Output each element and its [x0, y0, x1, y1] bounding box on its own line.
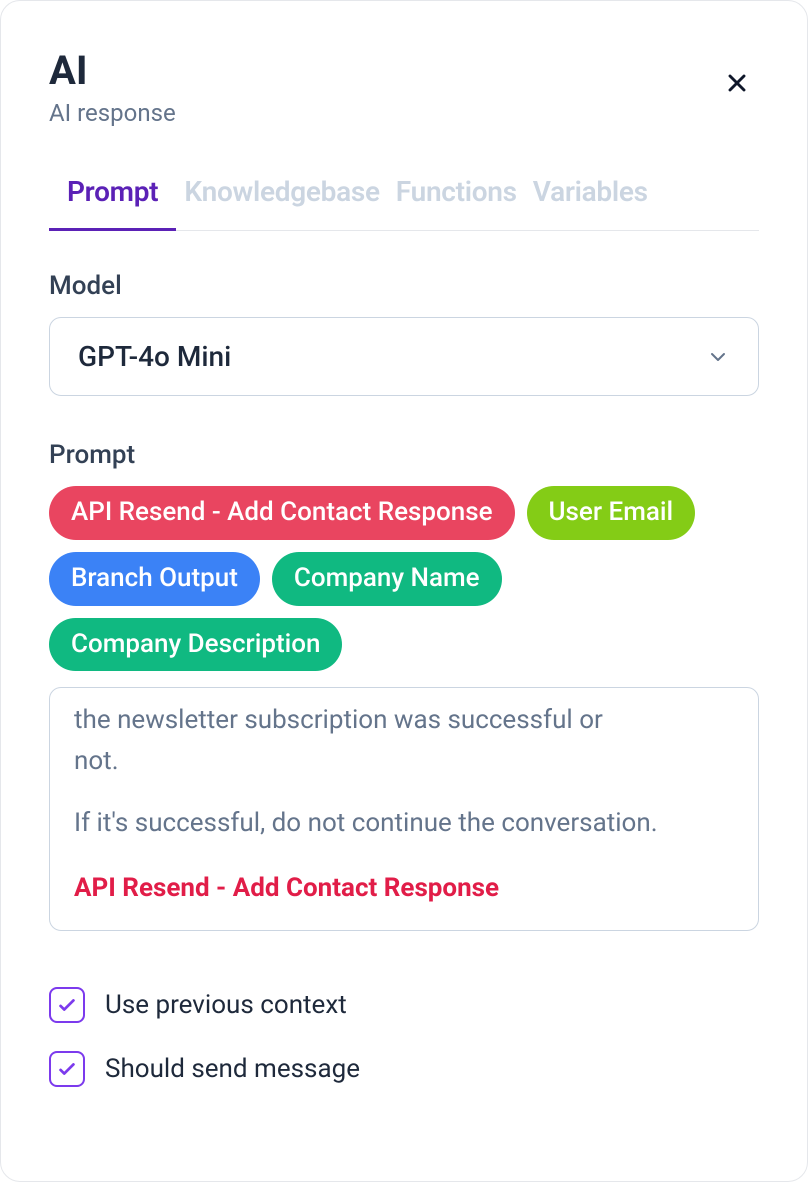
tab-variables[interactable]: Variables [525, 159, 656, 230]
prompt-label: Prompt [49, 440, 759, 470]
chip-api-resend[interactable]: API Resend - Add Contact Response [49, 486, 515, 540]
chevron-down-icon [706, 345, 730, 369]
header-text: AI AI response [49, 49, 176, 127]
model-label: Model [49, 271, 759, 301]
model-value: GPT-4o Mini [78, 340, 231, 373]
prompt-text-truncated: the newsletter subscription was successf… [74, 702, 734, 738]
close-icon [723, 69, 751, 97]
checkbox-should-send-message[interactable] [49, 1051, 85, 1087]
variable-chips: API Resend - Add Contact Response User E… [49, 486, 759, 671]
chip-user-email[interactable]: User Email [527, 486, 696, 540]
page-title: AI [49, 49, 176, 93]
tab-functions[interactable]: Functions [388, 159, 525, 230]
checkbox-use-previous-context-label: Use previous context [105, 990, 347, 1020]
prompt-text-line2: not. [74, 743, 734, 779]
check-icon [56, 994, 78, 1016]
check-icon [56, 1058, 78, 1080]
prompt-text-para: If it's successful, do not continue the … [74, 805, 734, 841]
prompt-variable-ref: API Resend - Add Contact Response [74, 870, 734, 906]
chip-branch-output[interactable]: Branch Output [49, 552, 260, 606]
chip-company-description[interactable]: Company Description [49, 618, 342, 672]
ai-config-panel: AI AI response Prompt Knowledgebase Func… [0, 0, 808, 1182]
tab-knowledgebase[interactable]: Knowledgebase [176, 159, 387, 230]
checkbox-use-previous-context-row: Use previous context [49, 987, 759, 1023]
tab-bar: Prompt Knowledgebase Functions Variables [49, 159, 759, 231]
page-subtitle: AI response [49, 99, 176, 127]
checkbox-should-send-message-row: Should send message [49, 1051, 759, 1087]
checkbox-use-previous-context[interactable] [49, 987, 85, 1023]
chip-company-name[interactable]: Company Name [272, 552, 502, 606]
checkbox-should-send-message-label: Should send message [105, 1054, 360, 1084]
prompt-textarea[interactable]: the newsletter subscription was successf… [49, 687, 759, 931]
close-button[interactable] [715, 61, 759, 108]
model-select[interactable]: GPT-4o Mini [49, 317, 759, 396]
tab-prompt[interactable]: Prompt [49, 159, 176, 231]
panel-header: AI AI response [49, 49, 759, 127]
